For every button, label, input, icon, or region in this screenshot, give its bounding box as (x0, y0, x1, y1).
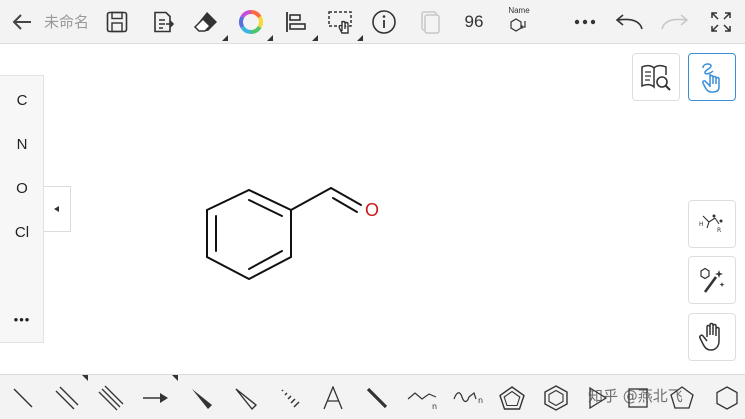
name-structure-button[interactable] (506, 10, 532, 40)
letter-a-icon (323, 385, 343, 409)
chain-tool[interactable]: n (404, 375, 442, 419)
hollow-wedge-icon (235, 387, 258, 410)
bond-options-icon[interactable] (82, 375, 88, 381)
text-tool[interactable] (316, 375, 350, 419)
book-search-icon (641, 64, 671, 91)
align-options-icon[interactable] (312, 35, 318, 41)
redo-icon (661, 14, 689, 30)
oxygen-atom-label[interactable]: O (365, 200, 379, 220)
bold-bond-tool[interactable] (360, 375, 394, 419)
element-chlorine-button[interactable]: Cl (0, 224, 44, 241)
info-icon (372, 10, 396, 34)
svg-text:n: n (478, 396, 483, 405)
single-bond-tool[interactable] (6, 375, 40, 419)
cyclopentane-tool[interactable] (494, 375, 530, 419)
double-bond-icon (55, 386, 79, 409)
color-wheel-icon (238, 9, 264, 34)
pages-icon (421, 11, 440, 34)
magic-wand-icon (700, 267, 725, 293)
save-button[interactable] (102, 0, 132, 44)
hand-icon (699, 322, 720, 351)
hollow-wedge-tool[interactable] (228, 375, 262, 419)
hexagon-shape-tool[interactable] (712, 375, 742, 419)
select-options-icon[interactable] (357, 35, 363, 41)
search-structure-button[interactable] (632, 53, 680, 101)
structure-count: 96 (464, 12, 484, 31)
carbon-chain-icon: n (407, 391, 437, 411)
arrow-tool[interactable] (138, 375, 172, 419)
single-bond-icon (13, 388, 33, 407)
wedge-bond-tool[interactable] (184, 375, 218, 419)
double-bond-tool[interactable] (50, 375, 84, 419)
clean-structure-button[interactable] (688, 256, 736, 304)
top-toolbar: 未命名 96 Name (0, 0, 745, 44)
hexagon-icon (716, 385, 738, 410)
watermark-text: 知乎 @燕北飞 (588, 387, 683, 405)
finger-draw-icon (702, 63, 720, 93)
single-bond-ring-carbonyl[interactable] (290, 187, 332, 211)
pan-hand-button[interactable] (688, 313, 736, 361)
document-title[interactable]: 未命名 (44, 0, 89, 44)
more-elements-button[interactable]: ••• (0, 312, 44, 327)
color-options-icon[interactable] (267, 35, 273, 41)
expand-icon (711, 12, 731, 32)
hydrogen-display-button[interactable]: H R (688, 200, 736, 248)
svg-text:n: n (432, 402, 437, 411)
pages-button[interactable] (416, 0, 444, 44)
lasso-select-button[interactable] (325, 0, 357, 44)
fullscreen-button[interactable] (706, 0, 736, 44)
element-nitrogen-button[interactable]: N (0, 136, 44, 153)
benzene-return-icon (510, 18, 526, 32)
eraser-button[interactable] (190, 0, 222, 44)
back-button[interactable] (8, 0, 36, 44)
benzene-ring[interactable] (206, 188, 292, 281)
aromatic-bond-inner-2 (248, 250, 283, 270)
triangle-left-icon (54, 206, 59, 212)
triple-bond-icon (98, 385, 124, 410)
svg-text:R: R (717, 227, 721, 234)
eraser-options-icon[interactable] (222, 35, 228, 41)
benzene-tool[interactable] (538, 375, 574, 419)
element-carbon-button[interactable]: C (0, 92, 44, 109)
align-left-icon (286, 12, 306, 32)
ellipsis-icon (574, 19, 596, 25)
more-menu-button[interactable] (570, 0, 600, 44)
export-document-icon (154, 11, 175, 33)
double-bond-co-outer[interactable] (330, 187, 362, 206)
wavy-chain-icon: n (453, 391, 483, 405)
element-panel: C N O Cl ••• (0, 75, 44, 343)
collapse-panel-button[interactable] (44, 186, 71, 232)
hashed-wedge-icon (281, 388, 300, 408)
export-button[interactable] (148, 0, 178, 44)
hand-draw-mode-button[interactable] (688, 53, 736, 101)
selection-hand-icon (328, 11, 352, 34)
element-oxygen-button[interactable]: O (0, 180, 44, 197)
info-button[interactable] (370, 0, 398, 44)
eraser-icon (193, 12, 217, 32)
molecule-hydrogen-icon: H R (699, 214, 723, 234)
curly-chain-tool[interactable]: n (450, 375, 488, 419)
floppy-disk-icon (106, 11, 128, 33)
align-button[interactable] (280, 0, 310, 44)
benzene-icon (544, 384, 568, 411)
arrow-right-icon (143, 392, 168, 403)
bold-bond-icon (366, 387, 388, 408)
triple-bond-tool[interactable] (94, 375, 128, 419)
redo-button[interactable] (658, 0, 692, 44)
hashed-wedge-tool[interactable] (272, 375, 306, 419)
undo-button[interactable] (612, 0, 646, 44)
arrow-left-icon (12, 14, 31, 30)
pentagon-icon (499, 385, 525, 410)
svg-text:H: H (699, 221, 704, 228)
arrow-options-icon[interactable] (172, 375, 178, 381)
undo-icon (615, 14, 643, 30)
solid-wedge-icon (192, 388, 212, 409)
color-picker-button[interactable] (235, 0, 267, 44)
